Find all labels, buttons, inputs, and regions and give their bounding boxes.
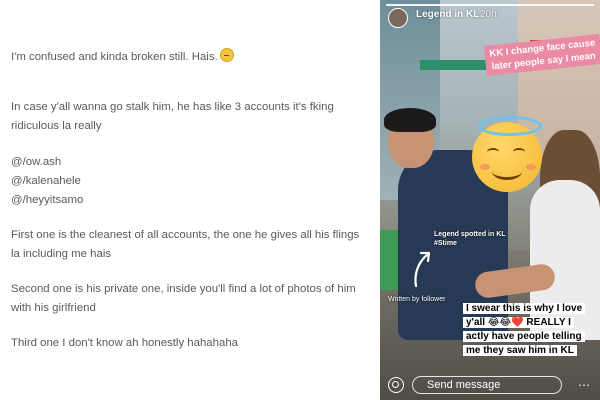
camera-icon[interactable] xyxy=(388,377,404,393)
send-message-input[interactable]: Send message xyxy=(412,376,562,394)
spotted-hashtag: #Stime xyxy=(434,240,457,247)
blog-paragraph: In case y'all wanna go stalk him, he has… xyxy=(11,101,334,132)
emoji-blush xyxy=(480,164,490,170)
more-icon[interactable]: ⋯ xyxy=(576,378,592,392)
instagram-story[interactable]: Legend in KL 20h KK I change face cause … xyxy=(380,0,600,400)
halo-icon xyxy=(478,116,542,136)
written-by-caption: Written by follower xyxy=(388,296,446,303)
sad-face-icon xyxy=(219,48,234,62)
emoji-mouth xyxy=(492,163,522,180)
emoji-blush xyxy=(526,164,536,170)
story-account-name[interactable]: Legend in KL xyxy=(416,9,479,20)
blog-paragraph: Third one I don't know ah honestly hahah… xyxy=(11,337,238,349)
blog-paragraph: Second one is his private one, inside yo… xyxy=(11,283,356,314)
spotted-caption: Legend spotted in KL #Stime xyxy=(434,230,506,248)
blog-paragraph: First one is the cleanest of all account… xyxy=(11,229,360,260)
handle-2: @/kalenahele xyxy=(11,175,81,187)
handle-1: @/ow.ash xyxy=(11,156,62,168)
story-caption-white: I swear this is why I love y'all 😂😂❤️ RE… xyxy=(466,302,596,358)
blog-paragraph: I'm confused and kinda broken still. Hai… xyxy=(11,48,371,67)
story-caption-white-text: I swear this is why I love y'all 😂😂❤️ RE… xyxy=(466,303,583,356)
handle-3: @/heyyitsamo xyxy=(11,194,84,206)
person-hair xyxy=(384,108,436,132)
emoji-eye xyxy=(513,148,525,156)
arrow-icon xyxy=(414,251,431,288)
emoji-eye xyxy=(487,148,499,156)
story-timestamp: 20h xyxy=(480,9,497,20)
blog-post: I'm confused and kinda broken still. Hai… xyxy=(0,0,380,400)
avatar[interactable] xyxy=(388,8,408,28)
spotted-caption-line: Legend spotted in KL xyxy=(434,231,506,238)
story-progress-bar xyxy=(386,4,594,6)
